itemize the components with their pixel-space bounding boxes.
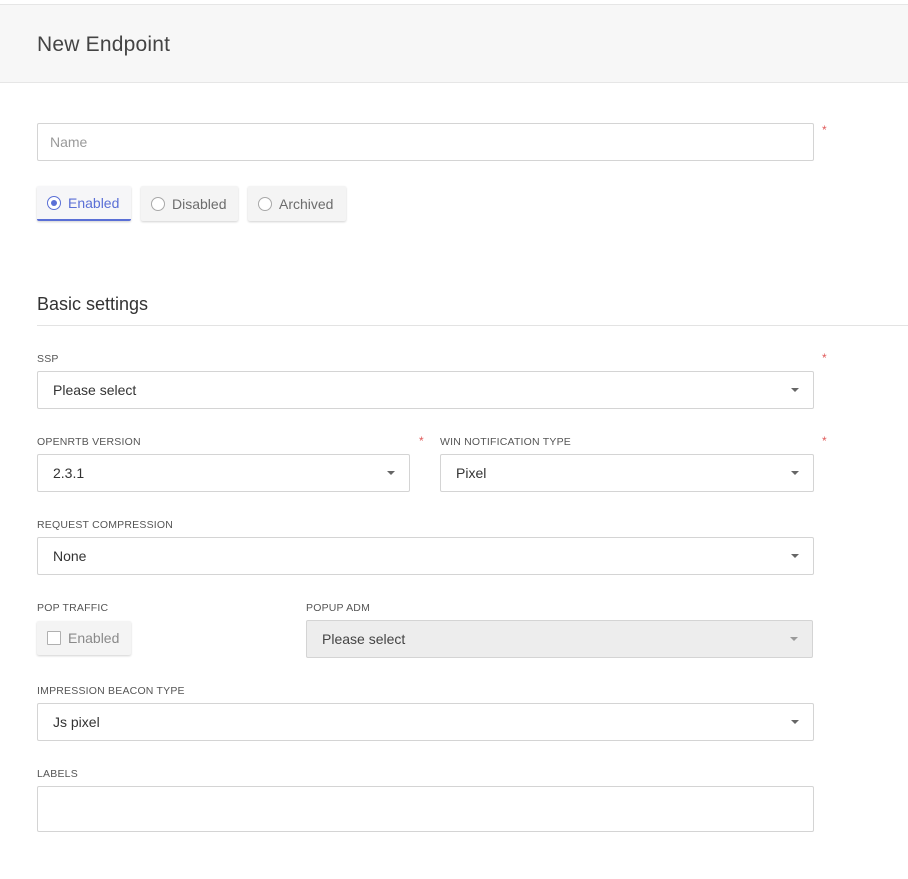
caret-down-icon [791,720,799,724]
status-enabled-option[interactable]: Enabled [37,186,131,221]
win-notification-type-label: WIN NOTIFICATION TYPE [440,436,571,448]
page-header: New Endpoint [0,4,908,83]
caret-down-icon [791,554,799,558]
page-title: New Endpoint [37,33,171,56]
status-archived-label: Archived [279,195,334,212]
win-notification-type-value: Pixel [456,465,487,481]
labels-input[interactable] [37,786,814,832]
impression-beacon-type-label: IMPRESSION BEACON TYPE [37,685,185,697]
caret-down-icon [790,637,798,641]
ssp-select-value: Please select [53,382,137,398]
request-compression-select[interactable]: None [37,537,814,575]
radio-unselected-icon [151,196,165,211]
section-title: Basic settings [37,294,149,314]
section-divider [37,325,908,326]
checkbox-icon [47,631,61,645]
pop-traffic-checkbox-label: Enabled [68,630,120,646]
popup-adm-select[interactable]: Please select [306,620,813,658]
openrtb-version-value: 2.3.1 [53,465,85,481]
status-disabled-option[interactable]: Disabled [141,186,238,221]
openrtb-version-label: OPENRTB VERSION [37,436,141,448]
radio-unselected-icon [258,196,272,211]
caret-down-icon [791,388,799,392]
status-enabled-label: Enabled [68,194,120,211]
status-archived-option[interactable]: Archived [248,186,346,221]
required-mark: * [822,351,827,365]
win-notification-type-select[interactable]: Pixel [440,454,814,492]
name-input[interactable] [37,123,814,161]
request-compression-label: REQUEST COMPRESSION [37,519,174,531]
popup-adm-label: POPUP ADM [306,602,371,614]
impression-beacon-type-value: Js pixel [53,714,100,730]
required-mark: * [419,434,424,448]
impression-beacon-type-select[interactable]: Js pixel [37,703,814,741]
openrtb-version-select[interactable]: 2.3.1 [37,454,410,492]
popup-adm-value: Please select [322,631,406,647]
labels-label: LABELS [37,768,78,780]
caret-down-icon [387,471,395,475]
ssp-label: SSP [37,353,59,365]
request-compression-value: None [53,548,87,564]
pop-traffic-checkbox[interactable]: Enabled [37,621,131,655]
required-mark: * [822,123,827,137]
required-mark: * [822,434,827,448]
caret-down-icon [791,471,799,475]
radio-selected-icon [47,195,61,210]
ssp-select[interactable]: Please select [37,371,814,409]
pop-traffic-label: POP TRAFFIC [37,602,109,614]
status-disabled-label: Disabled [172,195,227,212]
